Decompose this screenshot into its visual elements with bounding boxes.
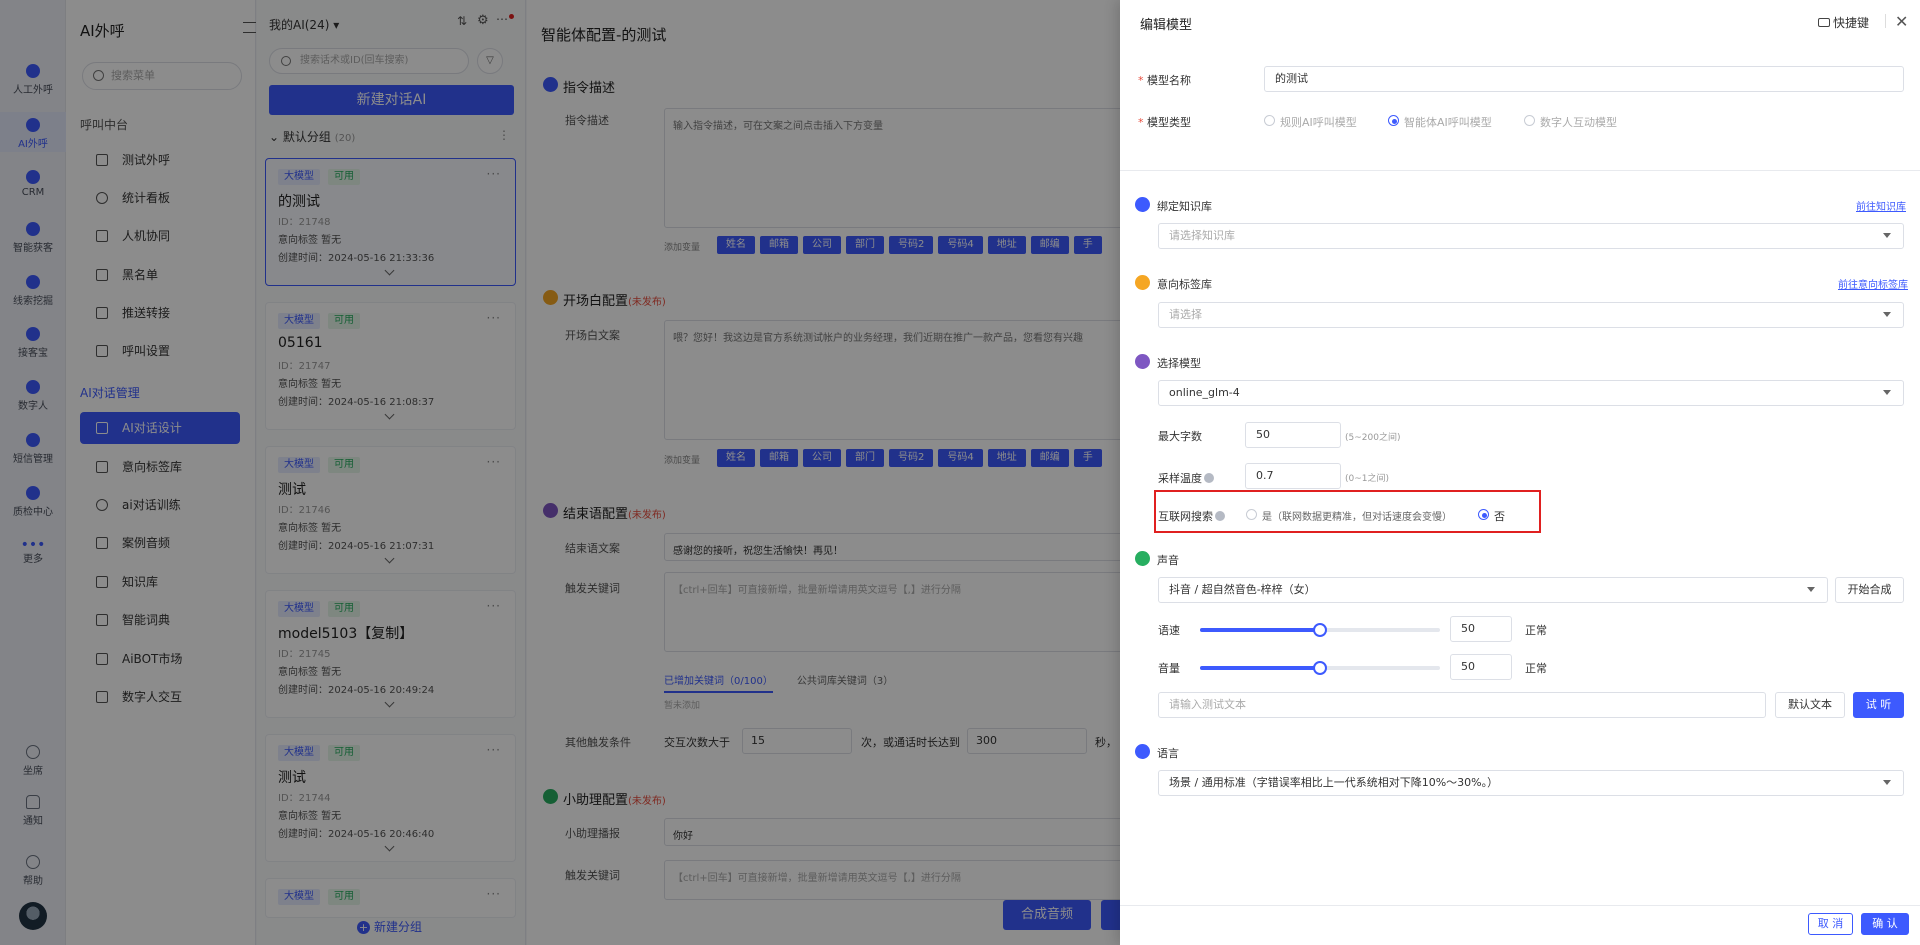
max-words-hint: (5~200之间) bbox=[1345, 433, 1401, 443]
knowledge-icon bbox=[1135, 197, 1150, 212]
chevron-down-icon bbox=[1883, 312, 1891, 317]
speed-input[interactable]: 50 bbox=[1450, 616, 1512, 642]
slider-handle[interactable] bbox=[1313, 623, 1327, 637]
confirm-button[interactable]: 确 认 bbox=[1861, 913, 1909, 935]
shortcut-button[interactable]: 快捷键 bbox=[1818, 14, 1869, 31]
drawer-title: 编辑模型 bbox=[1140, 18, 1193, 33]
close-icon[interactable]: ✕ bbox=[1895, 12, 1908, 31]
chevron-down-icon bbox=[1883, 233, 1891, 238]
chevron-down-icon bbox=[1807, 587, 1815, 592]
voice-select[interactable]: 抖音 / 超自然音色-梓梓（女） bbox=[1158, 577, 1828, 603]
test-text-input[interactable]: 请输入测试文本 bbox=[1158, 692, 1766, 718]
model-name-label: * 模型名称 bbox=[1138, 74, 1191, 87]
edit-model-drawer: 编辑模型 快捷键 ✕ * 模型名称 的测试 * 模型类型 规则AI呼叫模型 智能… bbox=[1120, 0, 1920, 945]
language-select[interactable]: 场景 / 通用标准（字错误率相比上一代系统相对下降10%～30%。） bbox=[1158, 770, 1904, 796]
chat-icon bbox=[1135, 744, 1150, 759]
cancel-button[interactable]: 取 消 bbox=[1808, 913, 1853, 935]
slider-fill bbox=[1200, 628, 1320, 632]
highlight-box bbox=[1154, 490, 1541, 533]
speed-slider[interactable] bbox=[1200, 623, 1440, 637]
temperature-label: 采样温度 bbox=[1158, 470, 1214, 486]
star-icon bbox=[1135, 275, 1150, 290]
temperature-hint: (0~1之间) bbox=[1345, 474, 1390, 484]
model-icon bbox=[1135, 354, 1150, 369]
model-select[interactable]: online_glm-4 bbox=[1158, 380, 1904, 406]
slider-handle[interactable] bbox=[1313, 661, 1327, 675]
speaker-icon bbox=[1135, 551, 1150, 566]
divider bbox=[1885, 14, 1886, 28]
volume-slider[interactable] bbox=[1200, 661, 1440, 675]
goto-kb-link[interactable]: 前往知识库 bbox=[1856, 198, 1906, 213]
volume-state: 正常 bbox=[1525, 662, 1547, 675]
tag-select[interactable]: 请选择 bbox=[1158, 302, 1904, 328]
speed-label: 语速 bbox=[1158, 624, 1180, 637]
voice-section-head: 声音 bbox=[1135, 551, 1179, 568]
modal-overlay[interactable] bbox=[0, 0, 1120, 945]
chevron-down-icon bbox=[1883, 390, 1891, 395]
volume-input[interactable]: 50 bbox=[1450, 654, 1512, 680]
start-synth-button[interactable]: 开始合成 bbox=[1835, 577, 1904, 603]
divider bbox=[1120, 905, 1920, 906]
radio-rule-model[interactable]: 规则AI呼叫模型 bbox=[1264, 114, 1357, 130]
chevron-down-icon bbox=[1883, 780, 1891, 785]
slider-fill bbox=[1200, 666, 1320, 670]
kb-section-head: 绑定知识库 bbox=[1135, 197, 1212, 214]
max-words-input[interactable]: 50 bbox=[1245, 422, 1341, 448]
speed-state: 正常 bbox=[1525, 624, 1547, 637]
model-name-input[interactable]: 的测试 bbox=[1264, 66, 1904, 92]
goto-tag-link[interactable]: 前往意向标签库 bbox=[1838, 276, 1908, 291]
radio-agent-model[interactable]: 智能体AI呼叫模型 bbox=[1388, 114, 1492, 130]
temperature-input[interactable]: 0.7 bbox=[1245, 463, 1341, 489]
model-section-head: 选择模型 bbox=[1135, 354, 1201, 371]
default-text-button[interactable]: 默认文本 bbox=[1775, 692, 1845, 718]
kb-select[interactable]: 请选择知识库 bbox=[1158, 223, 1904, 249]
radio-digital-human-model[interactable]: 数字人互动模型 bbox=[1524, 114, 1617, 130]
model-type-label: * 模型类型 bbox=[1138, 116, 1191, 129]
keyboard-icon bbox=[1818, 18, 1830, 27]
volume-label: 音量 bbox=[1158, 662, 1180, 675]
max-words-label: 最大字数 bbox=[1158, 430, 1202, 443]
divider bbox=[1120, 170, 1920, 171]
tag-section-head: 意向标签库 bbox=[1135, 275, 1212, 292]
help-icon[interactable] bbox=[1204, 473, 1214, 483]
language-section-head: 语言 bbox=[1135, 744, 1179, 761]
try-listen-button[interactable]: 试 听 bbox=[1853, 692, 1904, 718]
